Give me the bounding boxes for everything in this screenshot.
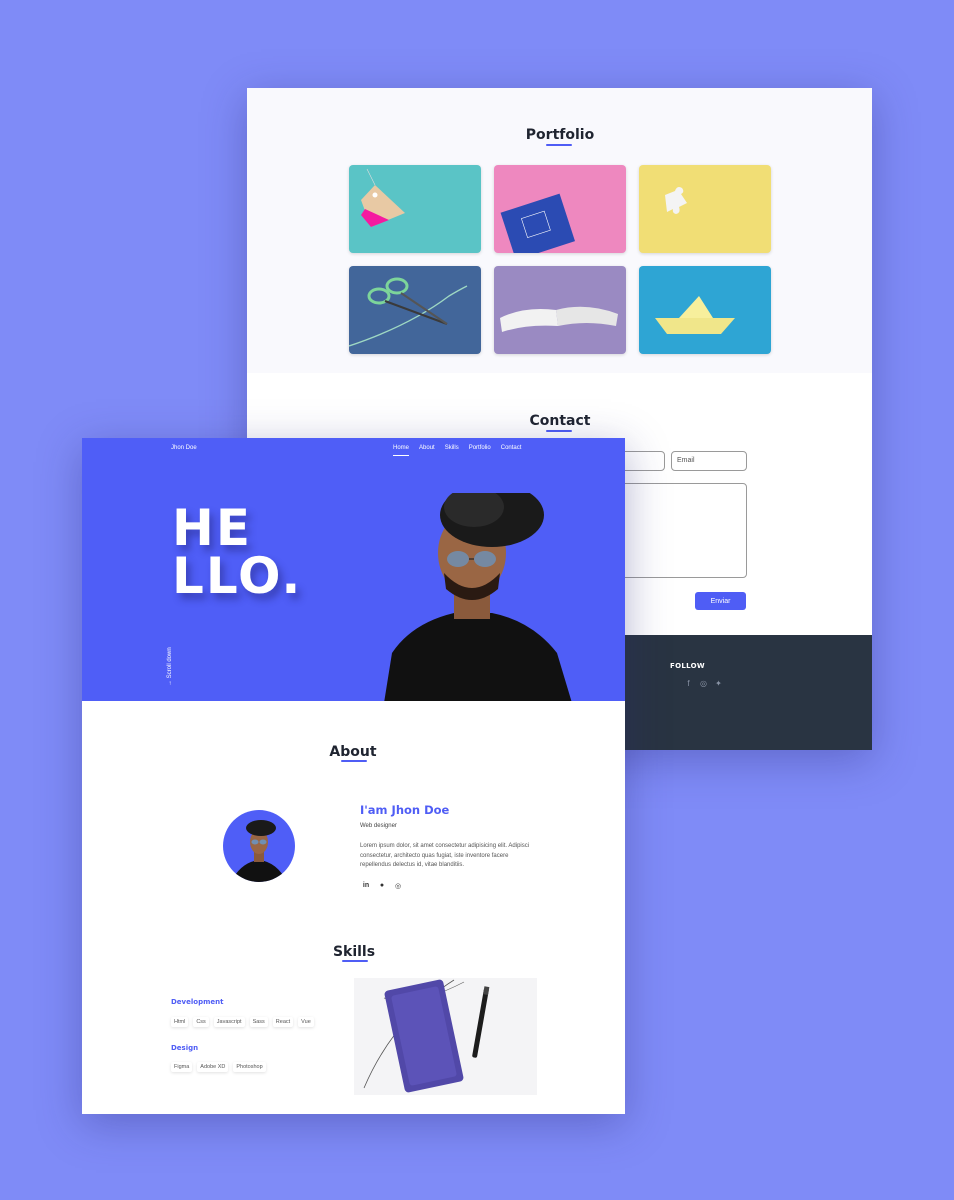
notebook-image xyxy=(363,979,490,1093)
skill-tag: React xyxy=(272,1017,294,1027)
nav-contact[interactable]: Contact xyxy=(501,445,522,451)
hero-section: Jhon Doe Home About Skills Portfolio Con… xyxy=(82,438,625,701)
skill-tag: Vue xyxy=(298,1017,314,1027)
skill-tag: Photoshop xyxy=(233,1062,266,1072)
portfolio-item-3[interactable] xyxy=(639,165,771,253)
portfolio-title: Portfolio xyxy=(525,127,595,143)
about-name: I'am Jhon Doe xyxy=(360,803,450,817)
nav-home[interactable]: Home xyxy=(393,445,410,456)
hero-line-2: LLO. xyxy=(172,547,303,605)
contact-title: Contact xyxy=(529,413,591,429)
facebook-icon[interactable]: f xyxy=(684,679,693,688)
portfolio-title-underline xyxy=(546,144,572,146)
puzzle-piece-image xyxy=(665,187,687,214)
portfolio-item-5[interactable] xyxy=(494,266,626,354)
about-description: Lorem ipsum dolor, sit amet consectetur … xyxy=(360,843,530,868)
hero-greeting: HE LLO. xyxy=(172,499,303,605)
contact-title-underline xyxy=(546,430,572,432)
nav-portfolio[interactable]: Portfolio xyxy=(469,445,491,451)
avatar-portrait xyxy=(231,820,287,882)
avatar xyxy=(223,810,295,882)
twitter-icon[interactable]: ✦ xyxy=(714,679,723,688)
development-title: Development xyxy=(171,998,224,1006)
development-tags: Html Css Javascript Sass React Vue xyxy=(171,1017,314,1027)
portfolio-section: Portfolio xyxy=(247,88,872,373)
follow-title: FOLLOW xyxy=(670,662,705,670)
send-button[interactable]: Enviar xyxy=(695,592,746,610)
dribbble-icon[interactable]: ◎ xyxy=(394,882,402,890)
about-role: Web designer xyxy=(360,823,397,829)
skills-title-underline xyxy=(342,960,368,962)
skills-photo xyxy=(354,978,537,1095)
portfolio-item-6[interactable] xyxy=(639,266,771,354)
skill-tag: Javascript xyxy=(213,1017,245,1027)
design-title: Design xyxy=(171,1044,199,1052)
portfolio-item-1[interactable] xyxy=(349,165,481,253)
about-title-underline xyxy=(341,760,367,762)
github-icon[interactable]: ● xyxy=(378,882,386,890)
design-tags: Figma Adobe XD Photoshop xyxy=(171,1062,266,1072)
skills-title: Skills xyxy=(332,944,376,960)
scissors-image xyxy=(349,277,468,347)
skill-tag: Sass xyxy=(249,1017,268,1027)
about-title: About xyxy=(329,744,377,760)
skill-tag: Adobe XD xyxy=(197,1062,229,1072)
main-nav: Home About Skills Portfolio Contact xyxy=(393,445,522,456)
email-field[interactable]: Email xyxy=(671,451,747,471)
skill-tag: Css xyxy=(193,1017,209,1027)
skill-tag: Html xyxy=(171,1017,189,1027)
nav-skills[interactable]: Skills xyxy=(445,445,459,451)
hero-line-1: HE xyxy=(172,499,253,557)
brand-logo[interactable]: Jhon Doe xyxy=(171,445,197,451)
scroll-down-label: Scroll down xyxy=(167,647,173,679)
about-social-links: in ● ◎ xyxy=(362,882,402,890)
portfolio-item-2[interactable] xyxy=(494,165,626,253)
instagram-icon[interactable]: ◎ xyxy=(699,679,708,688)
footer-social-links: f ◎ ✦ xyxy=(684,679,723,688)
nav-about[interactable]: About xyxy=(419,445,435,451)
tag-image xyxy=(361,168,405,227)
email-placeholder: Email xyxy=(677,457,695,464)
book-image xyxy=(500,193,575,253)
skill-tag: Figma xyxy=(171,1062,193,1072)
hero-portrait xyxy=(384,493,572,701)
portfolio-item-4[interactable] xyxy=(349,266,481,354)
open-book-image xyxy=(500,306,618,332)
linkedin-icon[interactable]: in xyxy=(362,882,370,890)
home-page: Jhon Doe Home About Skills Portfolio Con… xyxy=(82,438,625,1114)
scroll-down-link[interactable]: → Scroll down xyxy=(167,647,173,686)
arrow-right-icon: → xyxy=(167,680,173,686)
paper-boat-image xyxy=(655,296,735,334)
